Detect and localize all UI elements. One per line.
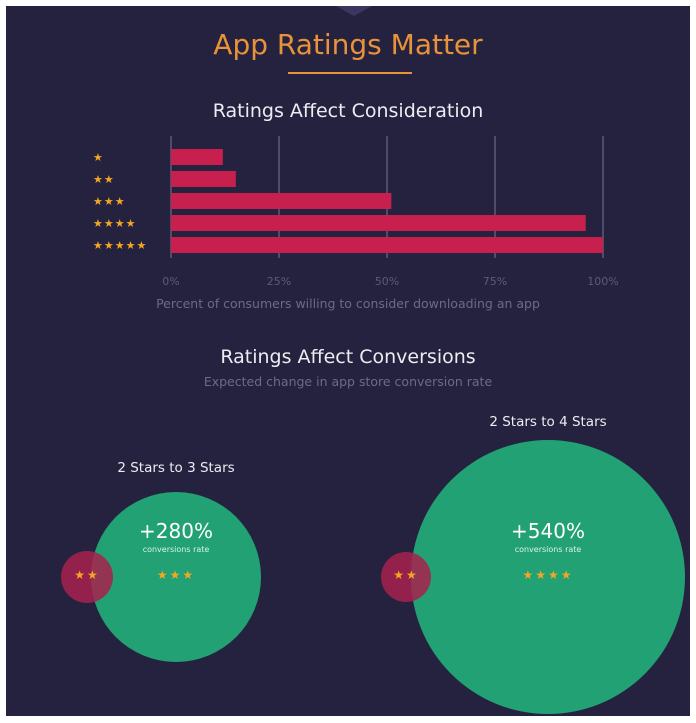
conversion-label-1: 2 Stars to 3 Stars [117,460,235,476]
conversion-label-2: 2 Stars to 4 Stars [489,414,607,430]
conversion-value-2: +540% [511,519,585,543]
stars-icon-2b: ★★ [393,568,419,582]
conversion-sublabel-1: conversions rate [142,545,210,554]
infographic-panel: App Ratings Matter Ratings Affect Consid… [6,6,690,716]
conversion-sublabel-2: conversions rate [514,545,582,554]
stars-icon-4: ★★★★ [522,568,574,582]
conversion-value-1: +280% [139,519,213,543]
conversions-bubble-chart [61,440,685,714]
stars-icon-2a: ★★ [74,568,100,582]
stars-icon-3: ★★★ [156,568,196,582]
